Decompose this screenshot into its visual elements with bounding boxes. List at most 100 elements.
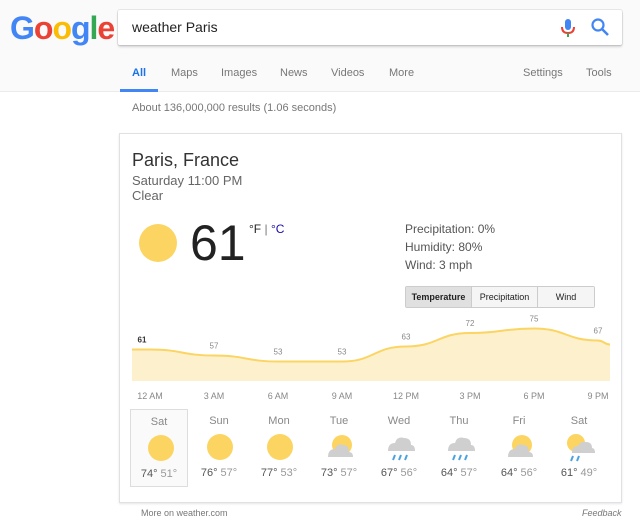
temperature-button[interactable]: Temperature [406,287,472,307]
high-temp: 77° [260,467,278,479]
celsius-toggle[interactable]: °C [271,222,284,236]
result-stats: About 136,000,000 results (1.06 seconds) [132,102,337,114]
high-temp: 64° [440,467,458,479]
forecast-day-sat[interactable]: Sat 74° 51° [130,409,188,487]
low-temp: 49° [580,467,598,479]
humidity-text: Humidity: 80% [405,240,483,254]
data-label: 57 [210,342,219,351]
high-low-temp: 77° 53° [250,467,308,479]
logo-letter: l [89,10,99,46]
search-box[interactable] [118,10,622,45]
day-name: Sat [150,416,168,428]
feedback-link[interactable]: Feedback [582,508,622,518]
logo-letter: o [33,10,54,46]
day-name: Thu [449,415,469,427]
rain-sun-icon [567,434,595,462]
x-tick-label: 3 PM [459,391,480,401]
forecast-day-sun[interactable]: Sun 76° 57° [190,409,248,487]
forecast-strip: Sat 74° 51° Sun 76° 57° Mon 77° 53° Tue 73° 57°… [130,409,610,489]
header: Google All Maps Images News Videos More … [0,0,640,92]
tab-maps[interactable]: Maps [171,67,198,79]
more-on-weather-link[interactable]: More on weather.com [141,508,228,518]
precipitation-button[interactable]: Precipitation [472,287,538,307]
high-low-temp: 73° 57° [310,467,368,479]
data-label: 63 [402,333,411,342]
tab-more[interactable]: More [389,67,414,79]
day-name: Wed [387,415,411,427]
x-tick-label: 6 AM [268,391,289,401]
microphone-icon[interactable] [559,18,577,38]
x-tick-label: 9 PM [587,391,608,401]
data-label: 53 [274,348,283,357]
sun-icon [207,434,233,460]
logo-letter: G [10,10,35,46]
fahrenheit-toggle[interactable]: °F [249,222,261,236]
tab-news[interactable]: News [280,67,308,79]
x-tick-label: 12 AM [137,391,163,401]
current-temperature: 61 [190,215,246,271]
high-temp: 76° [200,467,218,479]
forecast-day-thu[interactable]: Thu 64° 57° [430,409,488,487]
tab-images[interactable]: Images [221,67,257,79]
low-temp: 56° [400,467,418,479]
high-low-temp: 61° 49° [550,467,608,479]
weather-card: Paris, France Saturday 11:00 PM Clear 61… [119,133,622,503]
google-logo[interactable]: Google [10,10,115,47]
x-tick-label: 6 PM [523,391,544,401]
high-low-temp: 64° 56° [490,467,548,479]
day-name: Mon [268,415,290,427]
partly-cloudy-icon [508,435,533,457]
search-input[interactable] [132,17,552,37]
day-name: Sat [570,415,588,427]
active-tab-underline [120,89,158,92]
temperature-chart: 61 57 53 53 63 72 75 67 12 AM 3 AM 6 AM 9 AM 12 PM 3 … [132,315,611,401]
logo-letter: o [52,10,72,46]
weather-location[interactable]: Paris, France [132,150,239,171]
high-low-temp: 67° 56° [370,467,428,479]
day-name: Sun [209,415,229,427]
high-temp: 73° [320,467,338,479]
logo-letter: e [97,10,115,46]
rain-icon [388,437,415,461]
data-label: 75 [530,315,539,324]
high-temp: 64° [500,467,518,479]
low-temp: 56° [520,467,538,479]
high-low-temp: 76° 57° [190,467,248,479]
forecast-day-mon[interactable]: Mon 77° 53° [250,409,308,487]
wind-text: Wind: 3 mph [405,258,473,272]
forecast-day-fri[interactable]: Fri 64° 56° [490,409,548,487]
high-temp: 74° [140,468,158,480]
data-label: 67 [594,327,603,336]
high-temp: 67° [380,467,398,479]
rain-icon [448,437,475,461]
tab-videos[interactable]: Videos [331,67,364,79]
forecast-day-sat[interactable]: Sat 61° 49° [550,409,608,487]
sun-icon [267,434,293,460]
x-tick-label: 9 AM [332,391,353,401]
tab-all[interactable]: All [132,67,146,79]
tab-tools[interactable]: Tools [586,67,612,79]
logo-letter: g [70,10,91,46]
low-temp: 57° [460,467,478,479]
forecast-day-wed[interactable]: Wed 67° 56° [370,409,428,487]
low-temp: 53° [280,467,298,479]
day-name: Fri [512,415,526,427]
search-icon[interactable] [590,17,610,37]
tab-settings[interactable]: Settings [523,67,563,79]
high-low-temp: 64° 57° [430,467,488,479]
weather-time: Saturday 11:00 PM [132,173,243,188]
precipitation-text: Precipitation: 0% [405,222,496,236]
wind-button[interactable]: Wind [538,287,594,307]
day-name: Tue [329,415,349,427]
low-temp: 51° [160,468,178,480]
low-temp: 57° [340,467,358,479]
forecast-day-tue[interactable]: Tue 73° 57° [310,409,368,487]
data-label: 72 [466,319,475,328]
chart-mode-toggle: Temperature Precipitation Wind [405,286,595,308]
data-label: 53 [338,348,347,357]
high-low-temp: 74° 51° [131,468,187,480]
partly-cloudy-icon [328,435,353,457]
x-tick-label: 3 AM [204,391,225,401]
low-temp: 57° [220,467,238,479]
sun-icon [148,435,174,461]
